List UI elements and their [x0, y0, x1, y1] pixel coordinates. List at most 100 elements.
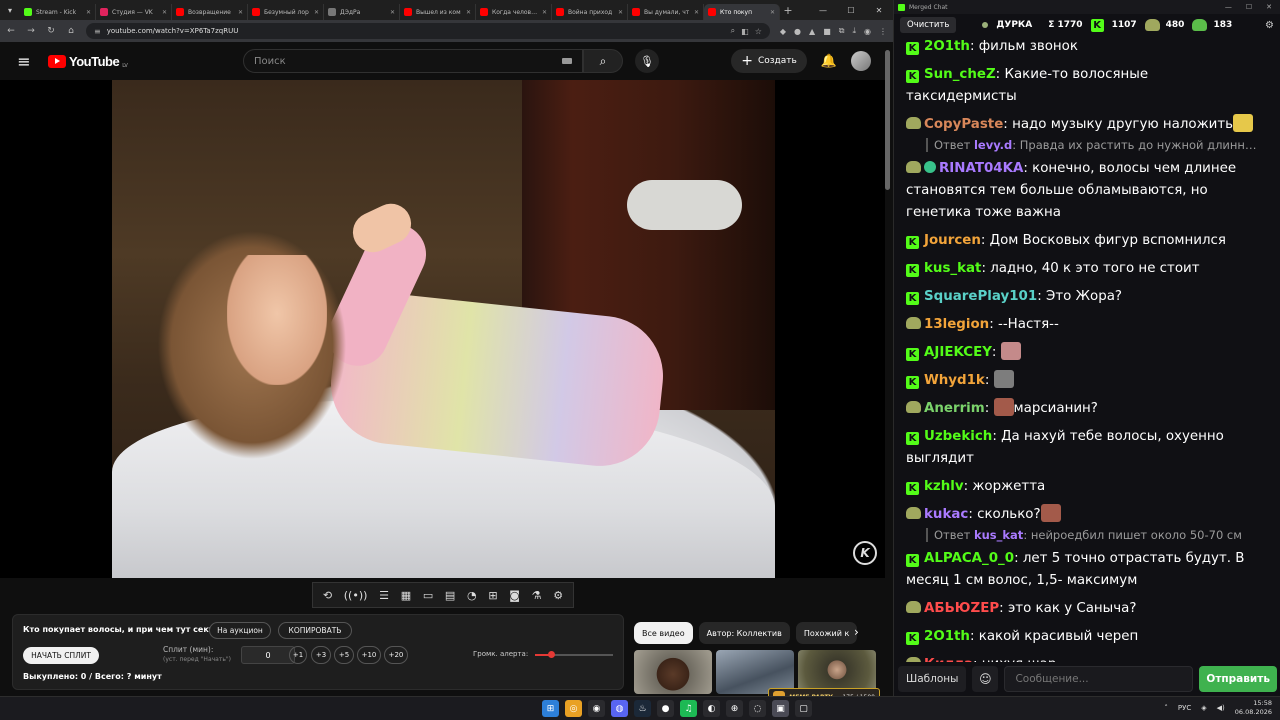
- home-icon[interactable]: ⌂: [66, 26, 76, 36]
- profile-icon[interactable]: ◉: [864, 27, 871, 36]
- split-minutes-input[interactable]: 0: [241, 646, 295, 664]
- browser-tab[interactable]: ДЭдРа ✕: [324, 4, 400, 20]
- site-info-icon[interactable]: ≡: [94, 27, 101, 36]
- close-window-button[interactable]: ✕: [865, 6, 893, 15]
- browser-tab[interactable]: Безумный лор ✕: [248, 4, 324, 20]
- chat-username[interactable]: Uzbekich: [924, 429, 992, 444]
- keyboard-icon[interactable]: [562, 58, 572, 64]
- tab-close-icon[interactable]: ✕: [618, 9, 623, 16]
- extension-icon[interactable]: ◆: [780, 27, 786, 36]
- clear-chat-button[interactable]: Очистить: [900, 17, 957, 33]
- tab-search-icon[interactable]: ▾: [0, 0, 20, 20]
- search-input[interactable]: Поиск: [243, 49, 583, 73]
- increment-3-button[interactable]: +3: [311, 646, 331, 664]
- page-scrollbar[interactable]: [885, 50, 890, 190]
- flask-icon[interactable]: ⚗: [532, 589, 542, 602]
- close-window-button[interactable]: ✕: [1266, 3, 1272, 11]
- chip-all-videos[interactable]: Все видео: [634, 622, 693, 644]
- reload-icon[interactable]: ↻: [46, 26, 56, 36]
- clapper-icon[interactable]: ▦: [401, 589, 411, 602]
- channel-watermark-icon[interactable]: K: [853, 541, 877, 565]
- browser-tab[interactable]: Возвращение ✕: [172, 4, 248, 20]
- browser-tab[interactable]: Война приход ✕: [552, 4, 628, 20]
- tab-close-icon[interactable]: ✕: [770, 9, 775, 16]
- alert-volume-knob[interactable]: [547, 651, 555, 658]
- maximize-button[interactable]: ☐: [837, 6, 865, 15]
- speed-icon[interactable]: ◔: [467, 589, 477, 602]
- chat-username[interactable]: CopyPaste: [924, 117, 1003, 132]
- tab-close-icon[interactable]: ✕: [162, 9, 167, 16]
- video-player[interactable]: [0, 80, 885, 578]
- chrome-icon[interactable]: ◎: [565, 700, 582, 717]
- extension-icon[interactable]: ●: [794, 27, 801, 36]
- volume-icon[interactable]: ◀): [1217, 704, 1225, 712]
- minimize-button[interactable]: —: [1225, 3, 1232, 11]
- maximize-button[interactable]: ☐: [1246, 3, 1252, 11]
- network-icon[interactable]: ◈: [1201, 704, 1206, 712]
- chat-username[interactable]: Sun_cheZ: [924, 67, 996, 82]
- tray-chevron-icon[interactable]: ˄: [1164, 704, 1168, 712]
- chat-username[interactable]: kzhlv: [924, 479, 964, 494]
- chat-username[interactable]: 2O1th: [924, 629, 970, 644]
- playlist-icon[interactable]: ☰: [379, 589, 389, 602]
- chat-username[interactable]: Jourcen: [924, 233, 981, 248]
- pip-icon[interactable]: ▭: [423, 589, 433, 602]
- chip-similar[interactable]: Похожий к: [795, 622, 858, 644]
- tab-close-icon[interactable]: ✕: [694, 9, 699, 16]
- browser-menu-icon[interactable]: ⋮: [879, 27, 887, 36]
- input-language[interactable]: РУС: [1178, 704, 1191, 712]
- gear-icon[interactable]: ⚙: [553, 589, 563, 602]
- tab-close-icon[interactable]: ✕: [314, 9, 319, 16]
- extension-icon[interactable]: ▲: [809, 27, 815, 36]
- chip-author[interactable]: Автор: Коллектив: [698, 622, 790, 644]
- increment-5-button[interactable]: +5: [334, 646, 354, 664]
- notifications-bell-icon[interactable]: 🔔: [821, 54, 837, 69]
- tab-close-icon[interactable]: ✕: [542, 9, 547, 16]
- browser-tab[interactable]: Кто покуп ✕: [704, 4, 780, 20]
- new-tab-button[interactable]: +: [780, 4, 796, 17]
- spotify-icon[interactable]: ♫: [680, 700, 697, 717]
- chat-username[interactable]: AJIEKCEY: [924, 345, 992, 360]
- reply-username[interactable]: levy.d: [974, 138, 1012, 152]
- chevron-right-icon[interactable]: ›: [854, 625, 859, 639]
- tab-close-icon[interactable]: ✕: [390, 9, 395, 16]
- browser-icon[interactable]: ◉: [588, 700, 605, 717]
- browser-tab[interactable]: Студия — VK ✕: [96, 4, 172, 20]
- chat-settings-gear-icon[interactable]: ⚙: [1265, 20, 1274, 31]
- steam-icon[interactable]: ♨: [634, 700, 651, 717]
- clock[interactable]: 15:58 06.08.2026: [1235, 699, 1272, 717]
- app-icon[interactable]: ▢: [795, 700, 812, 717]
- chat-username[interactable]: 13legion: [924, 317, 989, 332]
- back-icon[interactable]: ←: [6, 26, 16, 36]
- app-icon[interactable]: ●: [657, 700, 674, 717]
- templates-button[interactable]: Шаблоны: [898, 666, 967, 692]
- chat-username[interactable]: ALPACA_0_0: [924, 551, 1014, 566]
- start-icon[interactable]: ⊞: [542, 700, 559, 717]
- auction-button[interactable]: На аукцион: [209, 622, 271, 639]
- chat-username[interactable]: 2O1th: [924, 39, 970, 54]
- browser-tab[interactable]: Вы думали, чт ✕: [628, 4, 704, 20]
- voice-search-button[interactable]: 🎙: [635, 49, 659, 73]
- create-button[interactable]: + Создать: [731, 49, 807, 73]
- tab-close-icon[interactable]: ✕: [238, 9, 243, 16]
- chat-username[interactable]: SquarePlay101: [924, 289, 1037, 304]
- send-button[interactable]: Отправить: [1199, 666, 1277, 692]
- app-icon[interactable]: ▣: [772, 700, 789, 717]
- menu-icon[interactable]: ≡: [0, 52, 48, 71]
- forward-icon[interactable]: →: [26, 26, 36, 36]
- youtube-logo[interactable]: YouTube LV: [48, 53, 243, 69]
- copy-button[interactable]: КОПИРОВАТЬ: [278, 622, 352, 639]
- translate-icon[interactable]: ◧: [741, 27, 749, 36]
- browser-tab[interactable]: Вышел из ком ✕: [400, 4, 476, 20]
- chat-username[interactable]: RINAT04KA: [939, 161, 1023, 176]
- screenshot-icon[interactable]: ◙: [509, 589, 520, 602]
- subtitles-icon[interactable]: ▤: [445, 589, 455, 602]
- browser-tab[interactable]: Когда человек ✕: [476, 4, 552, 20]
- address-bar[interactable]: ≡ youtube.com/watch?v=XP6Ta7zqRUU ⌕ ◧ ☆: [86, 23, 770, 39]
- bookmark-star-icon[interactable]: ☆: [755, 27, 762, 36]
- minimize-button[interactable]: —: [809, 6, 837, 15]
- add-icon[interactable]: ⊞: [488, 589, 497, 602]
- tab-close-icon[interactable]: ✕: [86, 9, 91, 16]
- chat-username[interactable]: kukac: [924, 507, 968, 522]
- start-split-button[interactable]: НАЧАТЬ СПЛИТ: [23, 647, 99, 664]
